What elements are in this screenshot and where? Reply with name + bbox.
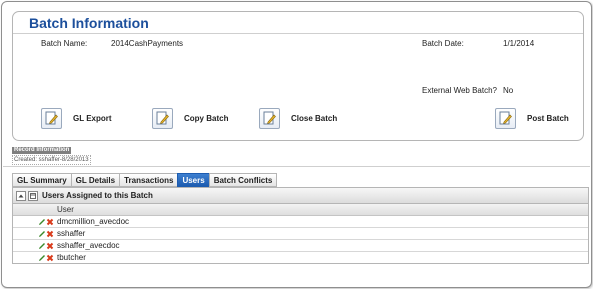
record-information: Record Information Created: sshaffer-8/2… [12,144,91,165]
user-name: sshaffer [57,229,86,238]
section-divider [3,166,590,167]
record-information-header: Record Information [12,147,72,154]
delete-icon[interactable] [46,230,54,238]
delete-icon[interactable] [46,254,54,262]
gl-export-label: GL Export [73,114,112,123]
collapse-icon[interactable] [16,190,26,201]
pencil-icon[interactable] [38,218,46,226]
document-edit-icon [495,108,516,129]
external-web-batch-label: External Web Batch? [422,86,498,95]
pencil-icon[interactable] [38,254,46,262]
table-row: dmcmillion_avecdoc [13,216,588,228]
document-edit-icon [259,108,280,129]
grid-options-icon[interactable] [28,190,38,201]
batch-name-value: 2014CashPayments [111,39,184,48]
tab-gl-summary[interactable]: GL Summary [12,173,71,187]
post-batch-button[interactable]: Post Batch [495,108,569,129]
pencil-icon[interactable] [38,242,46,250]
batch-date-label: Batch Date: [422,39,464,48]
user-name: dmcmillion_avecdoc [57,217,130,226]
panel-divider [13,33,583,34]
table-row: sshaffer_avecdoc [13,240,588,252]
users-grid: Users Assigned to this Batch User dmcmil… [12,187,589,264]
user-name: tbutcher [57,253,86,262]
panel-title: Batch Information [29,15,149,31]
copy-batch-label: Copy Batch [184,114,229,123]
tab-gl-details[interactable]: GL Details [70,173,120,187]
document-edit-icon [152,108,173,129]
table-row: tbutcher [13,252,588,263]
column-header-user[interactable]: User [13,204,588,216]
user-name: sshaffer_avecdoc [57,241,120,250]
grid-toolbar: Users Assigned to this Batch [13,188,588,204]
record-created: Created: sshaffer-8/28/2013 [12,155,91,165]
tab-bar: GL Summary GL Details Transactions Users… [12,173,278,187]
table-row: sshaffer [13,228,588,240]
tab-batch-conflicts[interactable]: Batch Conflicts [208,173,278,187]
close-batch-label: Close Batch [291,114,338,123]
pencil-icon[interactable] [38,230,46,238]
gl-export-button[interactable]: GL Export [41,108,112,129]
post-batch-label: Post Batch [527,114,569,123]
document-edit-icon [41,108,62,129]
batch-information-panel: Batch Information Batch Name: 2014CashPa… [12,11,584,141]
external-web-batch-value: No [503,86,514,95]
delete-icon[interactable] [46,218,54,226]
batch-name-label: Batch Name: [41,39,88,48]
batch-date-value: 1/1/2014 [503,39,535,48]
copy-batch-button[interactable]: Copy Batch [152,108,228,129]
tab-transactions[interactable]: Transactions [119,173,178,187]
delete-icon[interactable] [46,242,54,250]
close-batch-button[interactable]: Close Batch [259,108,337,129]
tab-users[interactable]: Users [177,173,209,187]
grid-title: Users Assigned to this Batch [42,191,153,200]
batch-window: Batch Information Batch Name: 2014CashPa… [1,1,592,288]
